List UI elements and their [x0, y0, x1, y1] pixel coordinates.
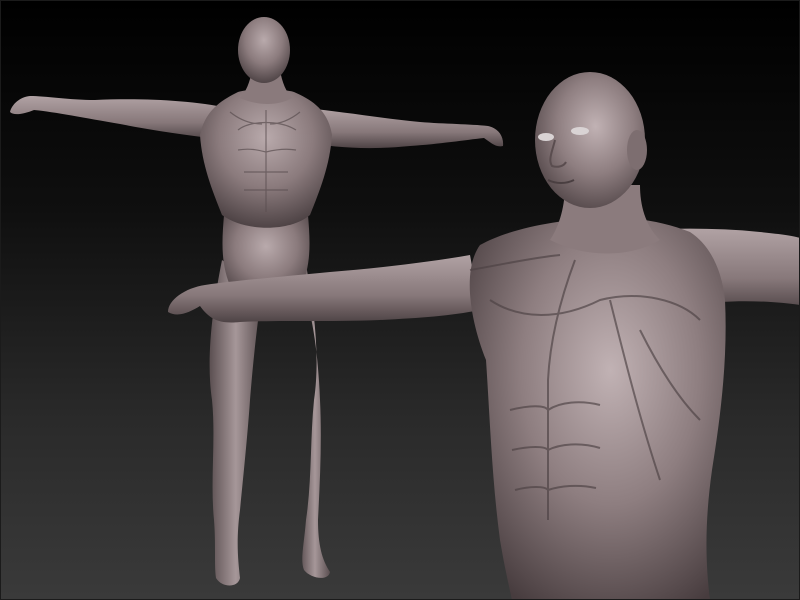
- anatomy-render: [10, 17, 800, 600]
- closeup-far-arm: [168, 255, 480, 323]
- closeup-eye-right: [571, 127, 589, 135]
- full-figure-right-arm: [305, 108, 504, 149]
- closeup-eye-left: [538, 133, 554, 141]
- render-viewport: [0, 0, 800, 600]
- full-figure-head: [238, 17, 290, 83]
- full-figure-left-arm: [10, 96, 228, 140]
- closeup-ear: [627, 130, 647, 170]
- closeup-torso: [469, 217, 726, 600]
